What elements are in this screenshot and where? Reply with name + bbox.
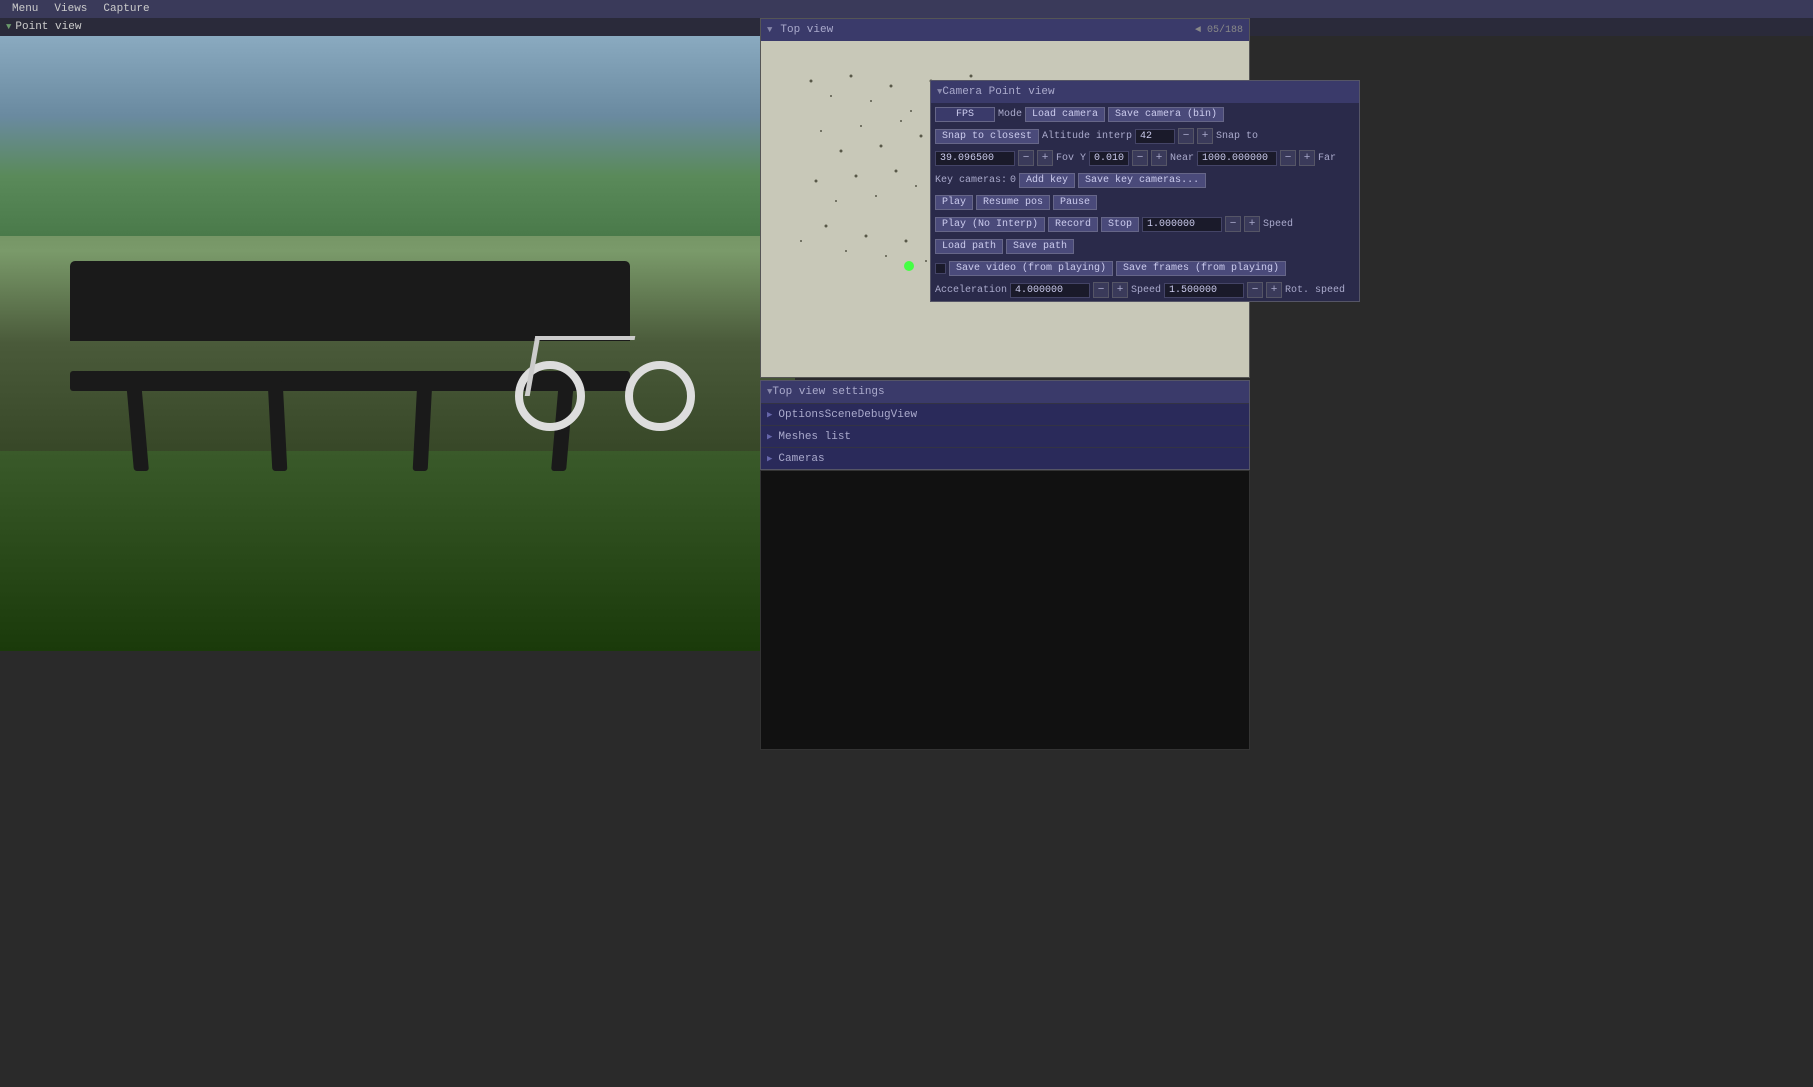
fps-dropdown[interactable]: FPS (935, 107, 995, 122)
title-triangle-icon: ▼ (6, 22, 11, 32)
menu-views[interactable]: Views (46, 3, 95, 15)
camera-panel: ▼ Camera Point view FPS Mode Load camera… (930, 80, 1360, 302)
top-view-triangle-icon: ▼ (767, 25, 772, 35)
fov-minus[interactable]: − (1018, 150, 1034, 166)
meshes-label: Meshes list (778, 431, 851, 443)
save-video-wrap: Save video (from playing) (935, 261, 1113, 276)
load-camera-btn[interactable]: Load camera (1025, 107, 1105, 122)
add-key-btn[interactable]: Add key (1019, 173, 1075, 188)
speed2-value[interactable] (1164, 283, 1244, 298)
options-label: OptionsSceneDebugView (778, 409, 917, 421)
acceleration-value[interactable] (1010, 283, 1090, 298)
fov-plus[interactable]: + (1037, 150, 1053, 166)
camera-panel-header: ▼ Camera Point view (931, 81, 1359, 103)
far-label: Far (1318, 153, 1336, 164)
fov-y-minus[interactable]: − (1132, 150, 1148, 166)
fov-row: − + Fov Y − + Near − + Far (931, 147, 1359, 169)
acceleration-row: Acceleration − + Speed − + Rot. speed (931, 279, 1359, 301)
top-view-title: Top view (780, 24, 833, 36)
fov-value[interactable] (935, 151, 1015, 166)
record-btn[interactable]: Record (1048, 217, 1098, 232)
altitude-minus[interactable]: − (1178, 128, 1194, 144)
mode-label: Mode (998, 109, 1022, 120)
settings-panel: ▼ Top view settings ▶ OptionsSceneDebugV… (760, 380, 1250, 470)
save-video-btn[interactable]: Save video (from playing) (949, 261, 1113, 276)
fov-y-value[interactable] (1089, 151, 1129, 166)
near-minus[interactable]: − (1280, 150, 1296, 166)
speed2-minus[interactable]: − (1247, 282, 1263, 298)
pause-btn[interactable]: Pause (1053, 195, 1097, 210)
bottom-strip (0, 977, 1813, 1087)
speed2-label: Speed (1131, 285, 1161, 296)
save-frames-btn[interactable]: Save frames (from playing) (1116, 261, 1286, 276)
top-view-frame-indicator: ◄ 05/188 (1195, 25, 1243, 36)
menubar: Menu Views Capture (0, 0, 1813, 18)
near-plus[interactable]: + (1299, 150, 1315, 166)
load-path-btn[interactable]: Load path (935, 239, 1003, 254)
key-cameras-row: Key cameras: 0 Add key Save key cameras.… (931, 169, 1359, 191)
near-label: Near (1170, 153, 1194, 164)
bike-decoration (515, 271, 695, 431)
fov-y-plus[interactable]: + (1151, 150, 1167, 166)
snap-row: Snap to closest Altitude interp − + Snap… (931, 125, 1359, 147)
camera-position-dot (904, 261, 914, 271)
save-key-cameras-btn[interactable]: Save key cameras... (1078, 173, 1206, 188)
save-row: Save video (from playing) Save frames (f… (931, 257, 1359, 279)
altitude-label: Altitude interp (1042, 131, 1132, 142)
save-path-btn[interactable]: Save path (1006, 239, 1074, 254)
top-view-header: ▼ Top view ◄ 05/188 (761, 19, 1249, 41)
camera-panel-title: Camera Point view (942, 86, 1054, 98)
near-value[interactable] (1197, 151, 1277, 166)
options-expand-icon: ▶ (767, 410, 772, 420)
path-row: Load path Save path (931, 235, 1359, 257)
acc-minus[interactable]: − (1093, 282, 1109, 298)
fov-y-label: Fov Y (1056, 153, 1086, 164)
speed-label: Speed (1263, 219, 1293, 230)
acceleration-label: Acceleration (935, 285, 1007, 296)
main-viewport (0, 36, 795, 651)
snap-closest-btn[interactable]: Snap to closest (935, 129, 1039, 144)
speed-minus[interactable]: − (1225, 216, 1241, 232)
altitude-plus[interactable]: + (1197, 128, 1213, 144)
playback-row1: Play Resume pos Pause (931, 191, 1359, 213)
key-cameras-label: Key cameras: (935, 175, 1007, 186)
settings-title: Top view settings (772, 386, 884, 398)
resume-pos-btn[interactable]: Resume pos (976, 195, 1050, 210)
menu-menu[interactable]: Menu (4, 3, 46, 15)
cameras-expand-icon: ▶ (767, 454, 772, 464)
play-no-interp-btn[interactable]: Play (No Interp) (935, 217, 1045, 232)
play-btn[interactable]: Play (935, 195, 973, 210)
key-cameras-value: 0 (1010, 175, 1016, 186)
save-camera-btn[interactable]: Save camera (bin) (1108, 107, 1224, 122)
menu-capture[interactable]: Capture (95, 3, 157, 15)
save-video-checkbox[interactable] (935, 263, 946, 274)
settings-item-meshes[interactable]: ▶ Meshes list (761, 425, 1249, 447)
speed2-plus[interactable]: + (1266, 282, 1282, 298)
speed-value[interactable] (1142, 217, 1222, 232)
rot-speed-label: Rot. speed (1285, 285, 1345, 296)
cameras-label: Cameras (778, 453, 824, 465)
acc-plus[interactable]: + (1112, 282, 1128, 298)
meshes-expand-icon: ▶ (767, 432, 772, 442)
settings-header: ▼ Top view settings (761, 381, 1249, 403)
page-title: Point view (15, 21, 81, 33)
altitude-value[interactable] (1135, 129, 1175, 144)
stop-btn[interactable]: Stop (1101, 217, 1139, 232)
bottom-right-area (760, 470, 1250, 750)
settings-item-options[interactable]: ▶ OptionsSceneDebugView (761, 403, 1249, 425)
speed-plus[interactable]: + (1244, 216, 1260, 232)
fps-row: FPS Mode Load camera Save camera (bin) (931, 103, 1359, 125)
playback-row2: Play (No Interp) Record Stop − + Speed (931, 213, 1359, 235)
settings-item-cameras[interactable]: ▶ Cameras (761, 447, 1249, 469)
snap-to-label: Snap to (1216, 131, 1258, 142)
